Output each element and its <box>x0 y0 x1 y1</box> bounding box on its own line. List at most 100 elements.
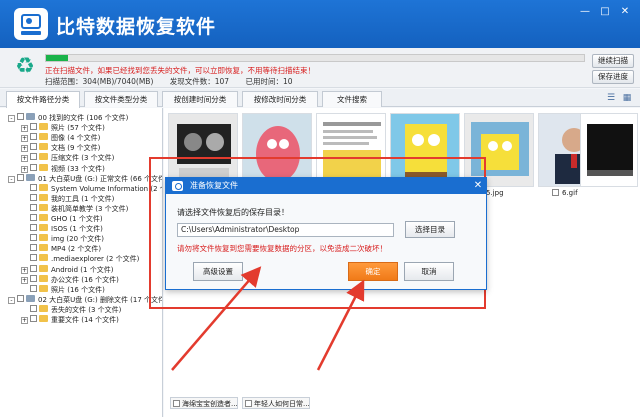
tree-node[interactable]: + 图像 (4 个文件) <box>21 133 100 143</box>
tree-node[interactable]: + 文档 (9 个文件) <box>21 143 100 153</box>
title-bar: 比特数据恢复软件 — □ ✕ <box>0 0 640 48</box>
checkbox[interactable] <box>30 284 37 292</box>
checkbox[interactable] <box>30 214 37 221</box>
close-icon[interactable]: ✕ <box>618 6 632 18</box>
thumbnail-image[interactable] <box>580 113 638 187</box>
tree-node[interactable]: + 照片 (57 个文件) <box>21 123 105 133</box>
expand-toggle-icon[interactable]: + <box>21 317 28 324</box>
checkbox[interactable] <box>245 400 252 407</box>
tree-node-label: 丢失的文件 (3 个文件) <box>51 305 122 314</box>
drive-icon <box>26 173 35 181</box>
tab-by-modified[interactable]: 按修改时间分类 <box>242 91 318 107</box>
checkbox[interactable] <box>30 264 37 272</box>
tree-node[interactable]: img (20 个文件) <box>21 234 104 244</box>
drive-icon <box>26 113 35 120</box>
dialog-close-icon[interactable]: ✕ <box>471 178 485 194</box>
folder-icon <box>39 315 48 322</box>
checkbox[interactable] <box>30 153 37 161</box>
expand-toggle-icon[interactable]: + <box>21 276 28 284</box>
tree-node[interactable]: + 办公文件 (16 个文件) <box>21 274 119 285</box>
checkbox[interactable] <box>30 143 37 151</box>
tree-node[interactable]: .mediaexplorer (2 个文件) <box>21 254 139 264</box>
checkbox[interactable] <box>30 244 37 252</box>
thumbnail-label[interactable]: 年轻人如何日常... <box>242 397 310 409</box>
maximize-icon[interactable]: □ <box>598 6 612 18</box>
checkbox[interactable] <box>30 133 37 141</box>
tab-by-type[interactable]: 按文件类型分类 <box>84 91 158 107</box>
expand-toggle-icon[interactable]: + <box>21 165 28 173</box>
advanced-settings-button[interactable]: 高级设置 <box>193 262 243 281</box>
app-title: 比特数据恢复软件 <box>56 16 217 38</box>
checkbox[interactable] <box>30 123 37 131</box>
checkbox[interactable] <box>17 173 24 181</box>
tree-node-label: 照片 (16 个文件) <box>51 285 105 294</box>
dialog-title: 准备恢复文件 ✕ <box>166 178 486 194</box>
checkbox[interactable] <box>30 304 37 312</box>
tree-node[interactable]: + Android (1 个文件) <box>21 264 114 275</box>
save-progress-button[interactable]: 保存进度 <box>592 70 634 84</box>
tree-node[interactable]: + 压缩文件 (3 个文件) <box>21 153 114 163</box>
tree-node[interactable]: 丢失的文件 (3 个文件) <box>21 304 122 315</box>
tab-file-search[interactable]: 文件搜索 <box>322 91 382 107</box>
tree-node[interactable]: - 01 大白菜U盘 (G:) 正常文件 (66 个文件) <box>8 173 162 184</box>
expand-toggle-icon[interactable]: - <box>8 115 15 122</box>
scan-status-panel: ♻ 正在扫描文件，如果已经找到您丢失的文件，可以立即恢复，不用等待扫描结束！ 扫… <box>0 48 640 88</box>
checkbox[interactable] <box>30 234 37 242</box>
folder-icon <box>39 274 48 282</box>
tree-node-label: 文档 (9 个文件) <box>51 144 101 153</box>
tree-node[interactable]: - 02 大白菜U盘 (G:) 删除文件 (17 个文件) <box>8 294 162 305</box>
tab-by-path[interactable]: 按文件路径分类 <box>6 91 80 108</box>
folder-icon <box>39 214 48 221</box>
checkbox[interactable] <box>30 224 37 232</box>
checkbox[interactable] <box>30 183 37 191</box>
expand-toggle-icon[interactable]: + <box>21 135 28 143</box>
expand-toggle-icon[interactable]: + <box>21 155 28 163</box>
folder-icon <box>39 163 48 171</box>
checkbox[interactable] <box>30 274 37 282</box>
checkbox[interactable] <box>17 113 24 120</box>
thumbnail-label[interactable]: 6.gif <box>552 188 578 198</box>
checkbox[interactable] <box>30 193 37 201</box>
tree-node[interactable]: GHO (1 个文件) <box>21 214 103 224</box>
thumbnail-label[interactable]: 海绵宝宝创造者... <box>170 397 238 409</box>
grid-view-icon[interactable]: ▦ <box>622 93 632 103</box>
expand-toggle-icon[interactable]: + <box>21 145 28 153</box>
continue-scan-button[interactable]: 继续扫描 <box>592 54 634 68</box>
expand-toggle-icon[interactable]: - <box>8 175 15 183</box>
expand-toggle-icon[interactable]: + <box>21 125 28 133</box>
folder-icon <box>39 153 48 161</box>
tree-node[interactable]: ISOS (1 个文件) <box>21 224 103 234</box>
checkbox[interactable] <box>552 189 559 196</box>
ok-button[interactable]: 确定 <box>348 262 398 281</box>
tree-node[interactable]: System Volume Information (2 个文件) <box>21 183 162 194</box>
checkbox[interactable] <box>17 294 24 302</box>
tree-node-label: 装机简单教学 (3 个文件) <box>51 204 129 213</box>
checkbox[interactable] <box>30 203 37 211</box>
expand-toggle-icon[interactable]: + <box>21 266 28 274</box>
tree-node[interactable]: 我的工具 (1 个文件) <box>21 193 114 204</box>
list-view-icon[interactable]: ☰ <box>606 93 616 103</box>
tree-node-label: System Volume Information (2 个文件) <box>51 184 162 193</box>
expand-toggle-icon[interactable]: - <box>8 296 15 304</box>
checkbox[interactable] <box>30 254 37 262</box>
tree-node-label: MP4 (2 个文件) <box>51 245 102 254</box>
tree-node-label: Android (1 个文件) <box>51 265 114 274</box>
save-path-input[interactable]: C:\Users\Administrator\Desktop <box>177 223 394 237</box>
checkbox[interactable] <box>30 315 37 322</box>
folder-icon <box>39 224 48 232</box>
tree-node[interactable]: + 视频 (33 个文件) <box>21 163 105 174</box>
checkbox[interactable] <box>30 163 37 171</box>
tree-node[interactable]: 照片 (16 个文件) <box>21 284 105 295</box>
scan-progress-bar <box>45 54 585 62</box>
minimize-icon[interactable]: — <box>578 6 592 18</box>
tab-by-created[interactable]: 按创建时间分类 <box>162 91 238 107</box>
tree-node[interactable]: + 重要文件 (14 个文件) <box>21 315 119 325</box>
tree-node[interactable]: MP4 (2 个文件) <box>21 244 101 254</box>
cancel-button[interactable]: 取消 <box>404 262 454 281</box>
choose-directory-button[interactable]: 选择目录 <box>405 221 455 238</box>
tree-node[interactable]: 装机简单教学 (3 个文件) <box>21 203 129 214</box>
directory-tree: - 00 找到的文件 (106 个文件) + 照片 (57 个文件) + 图像 (4 个文… <box>0 108 163 417</box>
checkbox[interactable] <box>173 400 180 407</box>
dialog-title-text: 准备恢复文件 <box>190 181 238 190</box>
tree-node[interactable]: - 00 找到的文件 (106 个文件) <box>8 113 128 123</box>
